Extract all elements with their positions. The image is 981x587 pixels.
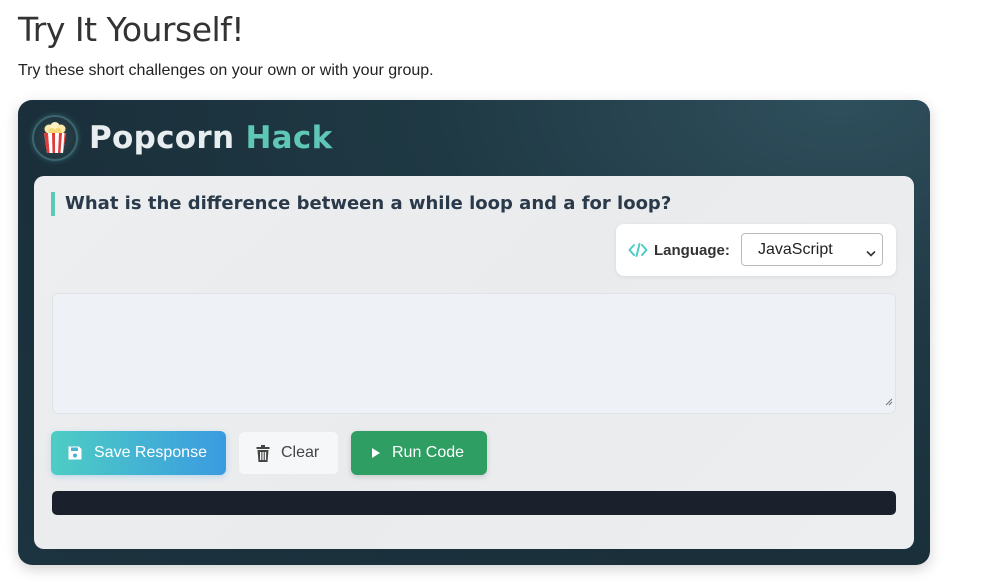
run-code-button[interactable]: Run Code [351,431,487,475]
run-button-label: Run Code [392,444,465,461]
hack-header: Popcorn Hack [32,115,333,161]
popcorn-hack-card: Popcorn Hack What is the difference betw… [18,100,930,565]
response-textarea[interactable] [52,293,896,414]
floppy-disk-icon [67,445,83,461]
language-selected-value: JavaScript [758,240,833,258]
clear-button[interactable]: Clear [238,431,339,475]
resize-grip-icon[interactable] [885,393,893,411]
page-subtitle: Try these short challenges on your own o… [18,62,434,79]
language-selector-box: Language: JavaScript [616,224,896,276]
hack-title-main: Popcorn [89,120,235,156]
language-label: Language: [654,241,730,259]
save-response-button[interactable]: Save Response [51,431,226,475]
clear-button-label: Clear [281,444,320,461]
code-icon [628,242,648,258]
trash-icon [256,444,270,462]
language-select[interactable]: JavaScript [741,233,883,266]
challenge-panel: What is the difference between a while l… [34,176,914,549]
code-output-panel [52,491,896,515]
popcorn-icon [32,115,78,161]
hack-title: Popcorn Hack [89,120,333,156]
play-icon [371,447,381,459]
save-button-label: Save Response [94,444,207,461]
question-text: What is the difference between a while l… [51,192,671,216]
page-title: Try It Yourself! [18,10,245,49]
hack-title-accent: Hack [245,120,333,156]
chevron-down-icon [866,245,876,263]
